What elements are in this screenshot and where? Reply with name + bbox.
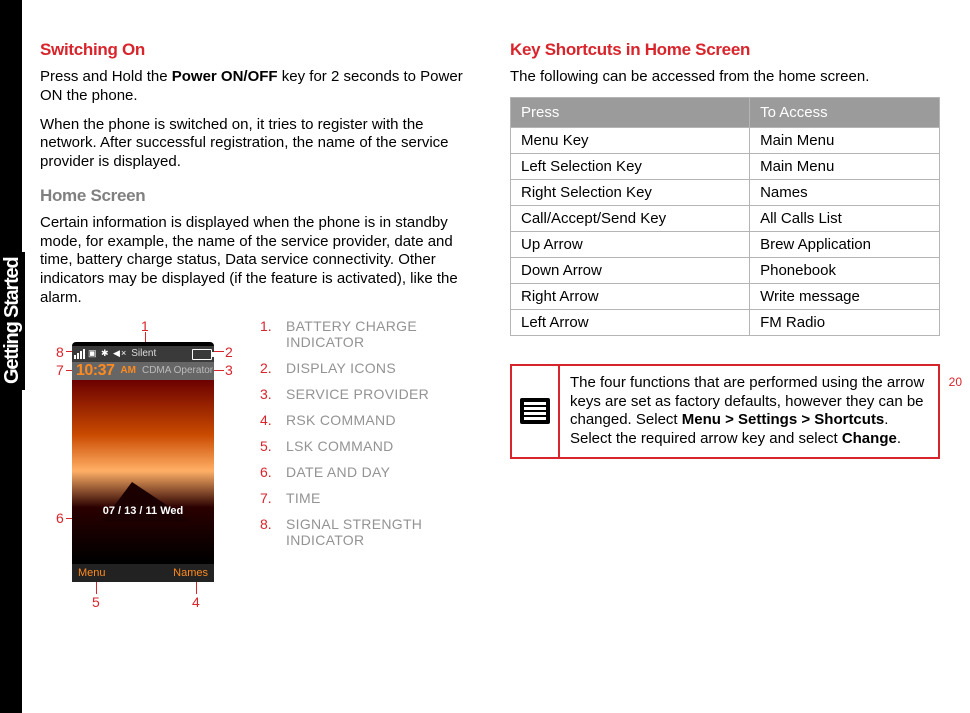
lsk-label: Menu — [78, 567, 106, 579]
legend-list: 1.BATTERY CHARGE INDICATOR 2.DISPLAY ICO… — [260, 318, 470, 618]
table-row: Left ArrowFM Radio — [511, 309, 940, 335]
heading-switching-on: Switching On — [40, 40, 470, 60]
legend-item: 2.DISPLAY ICONS — [260, 360, 470, 376]
wallpaper: 07 / 13 / 11 Wed — [72, 380, 214, 562]
date-label: 07 / 13 / 11 Wed — [72, 505, 214, 517]
para-register: When the phone is switched on, it tries … — [40, 116, 470, 172]
clock-time: 10:37 — [76, 362, 114, 380]
legend-item: 6.DATE AND DAY — [260, 464, 470, 480]
callout-3: 3 — [225, 362, 233, 378]
callout-5: 5 — [92, 594, 100, 610]
th-press: Press — [511, 97, 750, 127]
heading-home-screen: Home Screen — [40, 186, 470, 206]
note-text: The four functions that are performed us… — [560, 366, 938, 457]
table-row: Up ArrowBrew Application — [511, 231, 940, 257]
shortcuts-table: Press To Access Menu KeyMain Menu Left S… — [510, 97, 940, 336]
table-row: Left Selection KeyMain Menu — [511, 153, 940, 179]
para-power-on: Press and Hold the Power ON/OFF key for … — [40, 68, 470, 106]
heading-key-shortcuts: Key Shortcuts in Home Screen — [510, 40, 940, 60]
callout-7: 7 — [56, 362, 64, 378]
callout-2: 2 — [225, 344, 233, 360]
note-box: The four functions that are performed us… — [510, 364, 940, 459]
legend-item: 7.TIME — [260, 490, 470, 506]
legend-item: 1.BATTERY CHARGE INDICATOR — [260, 318, 470, 350]
legend-item: 5.LSK COMMAND — [260, 438, 470, 454]
note-icon — [520, 398, 550, 424]
para-shortcuts-intro: The following can be accessed from the h… — [510, 68, 940, 87]
right-column: Key Shortcuts in Home Screen The followi… — [510, 40, 940, 618]
signal-icon — [74, 349, 85, 359]
callout-8: 8 — [56, 344, 64, 360]
callout-6: 6 — [56, 510, 64, 526]
status-icons: ▣ ✱ ◀× — [88, 348, 127, 359]
para-home-screen: Certain information is displayed when th… — [40, 214, 470, 308]
status-bar: ▣ ✱ ◀× Silent — [72, 346, 214, 362]
th-access: To Access — [750, 97, 940, 127]
left-column: Switching On Press and Hold the Power ON… — [40, 40, 470, 618]
phone-mock-wrapper: 1 2 3 7 8 6 5 4 — [40, 318, 230, 618]
legend-item: 4.RSK COMMAND — [260, 412, 470, 428]
table-row: Right Selection KeyNames — [511, 179, 940, 205]
battery-icon — [192, 349, 212, 360]
legend-item: 8.SIGNAL STRENGTH INDICATOR — [260, 516, 470, 548]
table-row: Menu KeyMain Menu — [511, 127, 940, 153]
table-row: Call/Accept/Send KeyAll Calls List — [511, 205, 940, 231]
rsk-label: Names — [173, 567, 208, 579]
phone-mock: ▣ ✱ ◀× Silent 10:37 AM CDMA Operator 07 … — [72, 342, 214, 582]
provider-bar: 10:37 AM CDMA Operator — [72, 362, 214, 380]
home-screen-diagram: 1 2 3 7 8 6 5 4 — [40, 318, 470, 618]
section-side-label: Getting Started — [0, 252, 25, 390]
clock-ampm: AM — [120, 365, 136, 376]
page-content: Switching On Press and Hold the Power ON… — [40, 40, 960, 618]
table-row: Right ArrowWrite message — [511, 283, 940, 309]
callout-4: 4 — [192, 594, 200, 610]
table-header-row: Press To Access — [511, 97, 940, 127]
note-icon-cell — [512, 366, 560, 457]
softkey-bar: Menu Names — [72, 564, 214, 582]
legend-item: 3.SERVICE PROVIDER — [260, 386, 470, 402]
provider-name: CDMA Operator — [142, 365, 213, 376]
profile-label: Silent — [131, 348, 156, 359]
table-row: Down ArrowPhonebook — [511, 257, 940, 283]
